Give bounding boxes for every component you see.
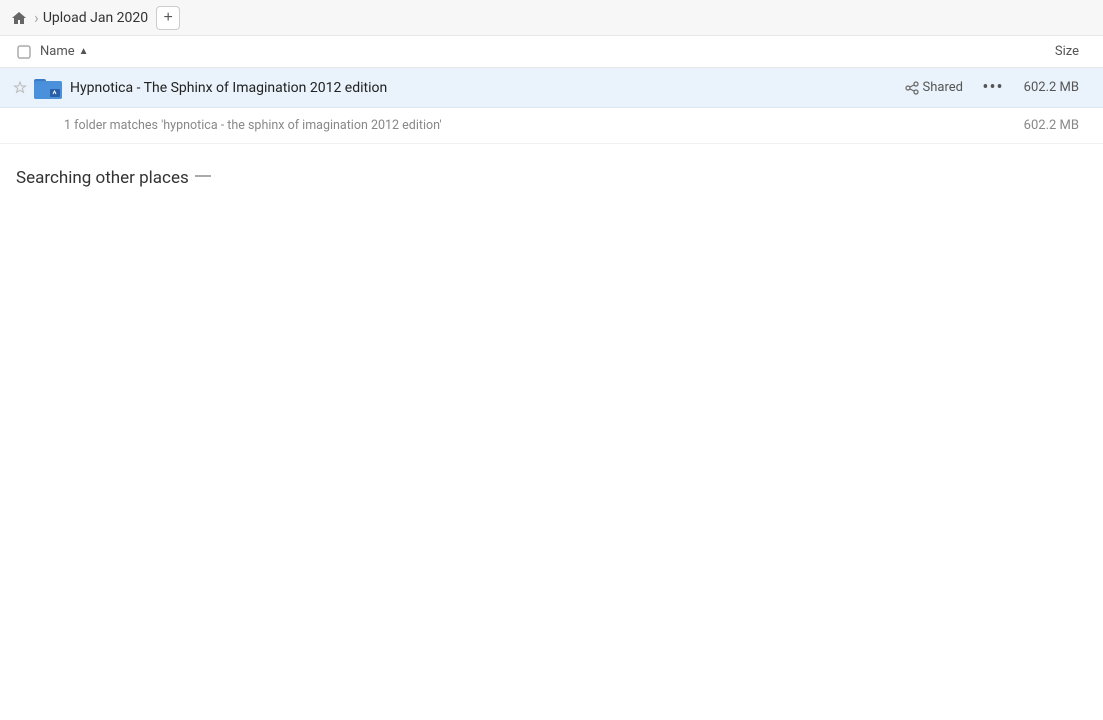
- breadcrumb-title: Upload Jan 2020: [43, 10, 148, 26]
- add-button[interactable]: +: [156, 6, 180, 30]
- match-info-row: 1 folder matches 'hypnotica - the sphinx…: [0, 108, 1103, 144]
- more-options-button[interactable]: •••: [979, 74, 1007, 102]
- header: › Upload Jan 2020 +: [0, 0, 1103, 36]
- shared-badge: Shared: [905, 80, 963, 95]
- searching-indicator: [195, 175, 211, 177]
- file-size: 602.2 MB: [1015, 80, 1095, 95]
- name-column-header[interactable]: Name ▲: [40, 44, 995, 59]
- sort-arrow-icon: ▲: [79, 46, 89, 57]
- column-headers: Name ▲ Size: [0, 36, 1103, 68]
- searching-row: Searching other places: [0, 144, 1103, 196]
- star-icon[interactable]: [8, 81, 32, 95]
- file-name: Hypnotica - The Sphinx of Imagination 20…: [70, 80, 905, 96]
- home-button[interactable]: [8, 7, 30, 29]
- match-size: 602.2 MB: [1015, 118, 1095, 133]
- size-column-header[interactable]: Size: [995, 44, 1095, 59]
- select-all-checkbox[interactable]: [8, 45, 40, 59]
- name-column-label: Name: [40, 44, 75, 59]
- shared-label: Shared: [923, 80, 963, 95]
- match-text: 1 folder matches 'hypnotica - the sphinx…: [64, 118, 1015, 133]
- breadcrumb-separator: ›: [34, 10, 39, 26]
- folder-icon: [32, 72, 64, 104]
- file-row[interactable]: Hypnotica - The Sphinx of Imagination 20…: [0, 68, 1103, 108]
- searching-label: Searching other places: [16, 168, 189, 188]
